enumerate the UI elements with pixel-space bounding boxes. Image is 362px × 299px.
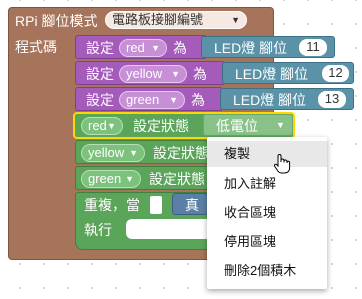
set-green-block[interactable]: 設定 green ▼ 為 xyxy=(75,87,223,111)
pin-mode-dropdown[interactable]: 電路板接腳編號 ▼ xyxy=(105,11,247,29)
context-menu: 複製 加入註解 收合區塊 停用區塊 刪除2個積木 xyxy=(207,137,327,289)
set-label: 設定 xyxy=(86,92,114,108)
pin-mode-value: 電路板接腳編號 xyxy=(112,12,204,27)
level-value: 低電位 xyxy=(216,118,258,134)
pin-block-12[interactable]: LED燈 腳位 12 xyxy=(222,62,354,84)
true-block[interactable]: 真 xyxy=(172,193,208,215)
repeat-while-label: 重複，當 xyxy=(84,197,140,213)
level-block[interactable]: 低電位 ▼ xyxy=(203,114,293,136)
pin-number-13[interactable]: 13 xyxy=(318,91,346,108)
menu-item-add-comment[interactable]: 加入註解 xyxy=(207,171,327,197)
triangle-down-icon: ▼ xyxy=(129,148,138,158)
var-name: green xyxy=(88,171,122,186)
pin-label: LED燈 腳位 xyxy=(214,40,288,56)
var-dropdown-green[interactable]: green ▼ xyxy=(81,170,141,188)
menu-item-disable-block[interactable]: 停用區塊 xyxy=(207,229,327,255)
as-label: 為 xyxy=(173,40,187,56)
set-state-label: 設定狀態 xyxy=(149,171,205,187)
triangle-down-icon: ▼ xyxy=(231,15,240,25)
set-state-label: 設定狀態 xyxy=(153,145,209,161)
state-green-block[interactable]: green ▼ 設定狀態 xyxy=(75,166,225,190)
var-dropdown-yellow[interactable]: yellow ▼ xyxy=(119,65,187,83)
triangle-down-icon: ▼ xyxy=(169,95,178,105)
var-dropdown-green[interactable]: green ▼ xyxy=(119,91,185,109)
var-name: red xyxy=(88,118,107,133)
var-name: red xyxy=(126,40,145,55)
var-dropdown-red[interactable]: red ▼ xyxy=(81,117,123,135)
triangle-down-icon: ▼ xyxy=(125,174,134,184)
state-yellow-block[interactable]: yellow ▼ 設定狀態 xyxy=(75,140,225,164)
pin-label: LED燈 腳位 xyxy=(233,92,307,108)
set-yellow-block[interactable]: 設定 yellow ▼ 為 xyxy=(75,61,225,85)
triangle-down-icon: ▼ xyxy=(151,43,160,53)
true-value: 真 xyxy=(185,197,199,213)
var-dropdown-red[interactable]: red ▼ xyxy=(119,39,167,57)
as-label: 為 xyxy=(191,92,205,108)
var-name: green xyxy=(126,92,160,107)
pin-number-11[interactable]: 11 xyxy=(299,39,327,56)
pin-block-13[interactable]: LED燈 腳位 13 xyxy=(220,88,354,110)
var-name: yellow xyxy=(126,66,163,81)
menu-item-duplicate[interactable]: 複製 xyxy=(207,141,327,167)
pin-label: LED燈 腳位 xyxy=(235,66,309,82)
condition-socket xyxy=(150,196,162,214)
triangle-down-icon: ▼ xyxy=(107,121,116,131)
menu-item-collapse-block[interactable]: 收合區塊 xyxy=(207,200,327,226)
triangle-down-icon: ▼ xyxy=(276,120,285,130)
program-label: 程式碼 xyxy=(15,39,57,55)
do-label: 執行 xyxy=(84,222,112,238)
var-dropdown-yellow[interactable]: yellow ▼ xyxy=(81,144,145,162)
triangle-down-icon: ▼ xyxy=(171,69,180,79)
as-label: 為 xyxy=(193,66,207,82)
rpi-pin-mode-label: RPi 腳位模式 xyxy=(15,13,98,29)
menu-item-delete-blocks[interactable]: 刪除2個積木 xyxy=(207,258,327,284)
var-name: yellow xyxy=(88,145,125,160)
pin-block-11[interactable]: LED燈 腳位 11 xyxy=(201,36,335,58)
hand-pointer-icon xyxy=(273,154,291,174)
set-red-block[interactable]: 設定 red ▼ 為 xyxy=(75,35,207,59)
set-state-label: 設定狀態 xyxy=(133,118,189,134)
set-label: 設定 xyxy=(86,66,114,82)
pin-number-12[interactable]: 12 xyxy=(322,65,349,82)
set-label: 設定 xyxy=(86,40,114,56)
